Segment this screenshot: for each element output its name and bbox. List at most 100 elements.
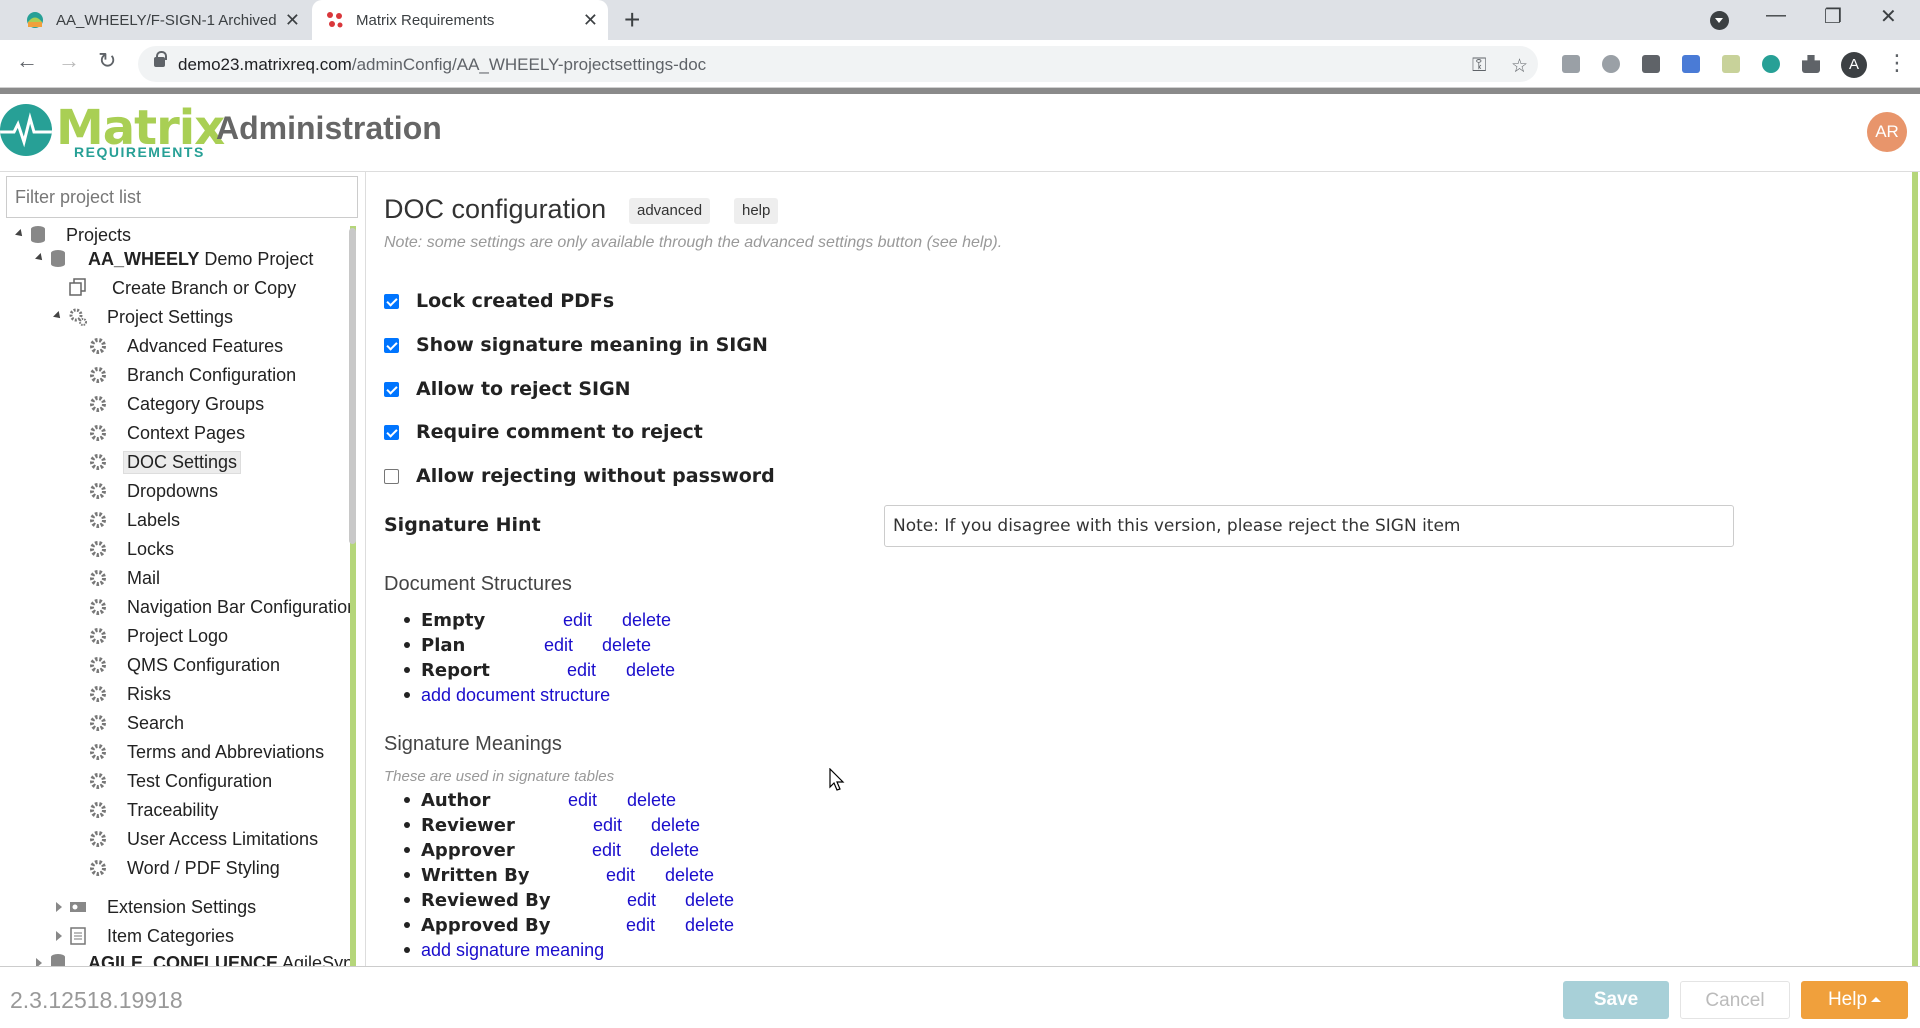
- close-icon[interactable]: ✕: [583, 10, 598, 31]
- save-button[interactable]: Save: [1563, 981, 1669, 1019]
- checkbox-row-allow-rejecting-without-password[interactable]: Allow rejecting without password: [384, 464, 775, 488]
- key-icon[interactable]: ⚿: [1472, 55, 1486, 77]
- close-icon[interactable]: ✕: [285, 10, 300, 31]
- sidebar-item-branch-configuration[interactable]: Branch Configuration: [0, 362, 346, 388]
- collapse-icon[interactable]: [56, 902, 62, 912]
- cancel-button[interactable]: Cancel: [1680, 981, 1790, 1019]
- sidebar-item-mail[interactable]: Mail: [0, 565, 346, 591]
- reload-icon[interactable]: ↻: [98, 48, 116, 74]
- restore-icon[interactable]: ❐: [1824, 4, 1842, 29]
- edit-link[interactable]: edit: [592, 840, 621, 861]
- puzzle-extensions-icon[interactable]: [1802, 55, 1820, 73]
- checkbox[interactable]: [384, 337, 399, 353]
- checkbox[interactable]: [384, 424, 399, 440]
- checkbox[interactable]: [384, 381, 399, 397]
- sidebar-item-navigation-bar-configuratior[interactable]: Navigation Bar Configuratior: [0, 594, 353, 620]
- edit-link[interactable]: edit: [593, 815, 622, 836]
- add-link[interactable]: add document structure: [421, 685, 610, 706]
- sidebar-item-test-configuration[interactable]: Test Configuration: [0, 768, 346, 794]
- sidebar-item-locks[interactable]: Locks: [0, 536, 346, 562]
- sidebar-item-context-pages[interactable]: Context Pages: [0, 420, 346, 446]
- checkbox-row-require-comment-to-reject[interactable]: Require comment to reject: [384, 420, 703, 444]
- expand-icon[interactable]: [35, 253, 45, 263]
- help-button[interactable]: Help: [1801, 981, 1908, 1019]
- delete-link[interactable]: delete: [665, 865, 714, 886]
- database-icon: [51, 954, 65, 966]
- minimize-icon[interactable]: —: [1766, 4, 1786, 27]
- delete-link[interactable]: delete: [626, 660, 675, 681]
- sidebar-item-word-pdf-styling[interactable]: Word / PDF Styling: [0, 855, 346, 881]
- edit-link[interactable]: edit: [606, 865, 635, 886]
- edit-link[interactable]: edit: [567, 660, 596, 681]
- profile-avatar[interactable]: A: [1841, 52, 1867, 78]
- gear-icon: [90, 367, 106, 383]
- sidebar-item-traceability[interactable]: Traceability: [0, 797, 346, 823]
- tree-node-project-aa-wheely[interactable]: AA_WHEELY Demo Project: [0, 246, 340, 272]
- database-icon: [31, 226, 45, 243]
- matrix-logo-icon[interactable]: [0, 104, 52, 156]
- browser-tab-matrix[interactable]: Matrix Requirements ✕: [312, 0, 608, 40]
- expand-icon[interactable]: [15, 229, 25, 239]
- extension-icon-4[interactable]: [1682, 55, 1700, 73]
- sidebar-item-terms-and-abbreviations[interactable]: Terms and Abbreviations: [0, 739, 346, 765]
- sidebar-item-user-access-limitations[interactable]: User Access Limitations: [0, 826, 346, 852]
- help-link-button[interactable]: help: [734, 198, 779, 224]
- sidebar-item-category-groups[interactable]: Category Groups: [0, 391, 346, 417]
- delete-link[interactable]: delete: [651, 815, 700, 836]
- advanced-button[interactable]: advanced: [629, 198, 711, 224]
- checkbox-row-show-signature-meaning-in-sign[interactable]: Show signature meaning in SIGN: [384, 333, 768, 357]
- add-link[interactable]: add signature meaning: [421, 940, 604, 961]
- sidebar-scrollbar[interactable]: [349, 228, 356, 544]
- tree-node-item-categories[interactable]: Item Categories: [0, 923, 340, 949]
- sidebar-item-search[interactable]: Search: [0, 710, 346, 736]
- delete-link[interactable]: delete: [627, 790, 676, 811]
- collapse-icon[interactable]: [56, 931, 62, 941]
- collapse-icon[interactable]: [36, 958, 42, 966]
- edit-link[interactable]: edit: [563, 610, 592, 631]
- delete-link[interactable]: delete: [685, 890, 734, 911]
- forward-arrow-icon[interactable]: →: [58, 48, 80, 74]
- new-tab-plus-icon[interactable]: +: [624, 6, 640, 34]
- user-avatar[interactable]: AR: [1867, 112, 1907, 152]
- browser-tab-archived[interactable]: AA_WHEELY/F-SIGN-1 Archived D ✕: [0, 0, 310, 40]
- checkbox[interactable]: [384, 293, 399, 309]
- sidebar-item-doc-settings[interactable]: DOC Settings: [0, 449, 346, 475]
- tree-node-create-branch[interactable]: Create Branch or Copy: [0, 275, 340, 301]
- filter-project-input[interactable]: [6, 176, 358, 218]
- extension-icon-1[interactable]: [1562, 55, 1580, 73]
- extension-icon-2[interactable]: [1602, 55, 1620, 73]
- more-menu-icon[interactable]: ⋮: [1886, 50, 1908, 76]
- signature-hint-input[interactable]: [884, 505, 1734, 547]
- edit-link[interactable]: edit: [568, 790, 597, 811]
- edit-link[interactable]: edit: [627, 890, 656, 911]
- sidebar-item-dropdowns[interactable]: Dropdowns: [0, 478, 346, 504]
- checkbox[interactable]: [384, 468, 399, 484]
- edit-link[interactable]: edit: [626, 915, 655, 936]
- delete-link[interactable]: delete: [622, 610, 671, 631]
- extension-icon-3[interactable]: [1642, 55, 1660, 73]
- back-arrow-icon[interactable]: ←: [16, 48, 38, 74]
- tree-node-project-settings[interactable]: Project Settings: [0, 304, 340, 330]
- matrix-extension-icon[interactable]: [1762, 55, 1780, 73]
- delete-link[interactable]: delete: [602, 635, 651, 656]
- star-icon[interactable]: ☆: [1511, 55, 1528, 78]
- extension-icon-5[interactable]: [1722, 55, 1740, 73]
- edit-link[interactable]: edit: [544, 635, 573, 656]
- sidebar-item-qms-configuration[interactable]: QMS Configuration: [0, 652, 346, 678]
- delete-link[interactable]: delete: [685, 915, 734, 936]
- sidebar-item-project-logo[interactable]: Project Logo: [0, 623, 346, 649]
- tree-node-project-agile-confluence[interactable]: AGILE_CONFLUENCE AgileSyn: [0, 950, 353, 966]
- project-tree-sidebar: Projects AA_WHEELY Demo Project Create B…: [0, 172, 366, 966]
- url-omnibox[interactable]: demo23.matrixreq.com/adminConfig/AA_WHEE…: [138, 46, 1538, 82]
- sidebar-item-advanced-features[interactable]: Advanced Features: [0, 333, 346, 359]
- tree-node-projects[interactable]: Projects: [0, 222, 340, 248]
- delete-link[interactable]: delete: [650, 840, 699, 861]
- checkbox-row-allow-to-reject-sign[interactable]: Allow to reject SIGN: [384, 377, 631, 401]
- expand-icon[interactable]: [53, 311, 63, 321]
- checkbox-row-lock-created-pdfs[interactable]: Lock created PDFs: [384, 289, 614, 313]
- tree-node-extension-settings[interactable]: Extension Settings: [0, 894, 340, 920]
- window-close-icon[interactable]: ✕: [1880, 4, 1897, 29]
- tab-search-icon[interactable]: [1710, 11, 1729, 30]
- sidebar-item-risks[interactable]: Risks: [0, 681, 346, 707]
- sidebar-item-labels[interactable]: Labels: [0, 507, 346, 533]
